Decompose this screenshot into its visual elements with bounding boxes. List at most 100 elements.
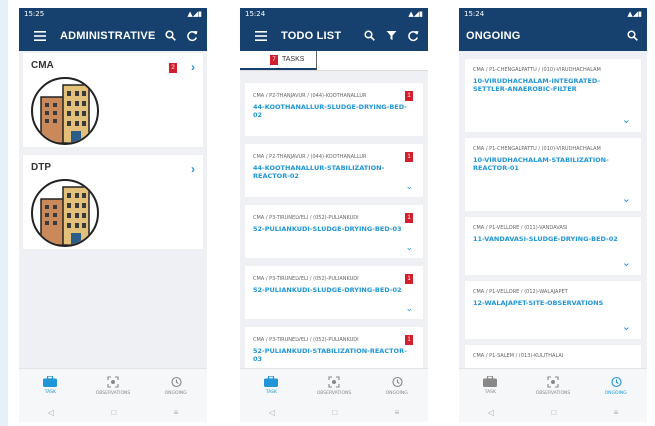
nav-ongoing[interactable]: ONGOING — [144, 369, 207, 402]
ongoing-card[interactable]: CMA / P1-VELLORE / (012)-WALAJAPET 12-WA… — [465, 281, 641, 339]
signal-battery-icon: ▲◢▮ — [627, 10, 642, 18]
nav-label: OBSERVATIONS — [535, 390, 571, 396]
ongoing-card[interactable]: CMA / P1-VELLORE / (011)-VANDAVASI 11-VA… — [465, 217, 641, 275]
back-icon[interactable]: ◁ — [488, 408, 494, 417]
item-name: 12-WALAJAPET-SITE-OBSERVATIONS — [473, 299, 604, 307]
task-card[interactable]: CMA / P3-TIRUNELVELI / (052)-PULIANKUDI … — [245, 327, 423, 368]
building-icon — [31, 77, 99, 145]
briefcase-icon — [264, 376, 279, 387]
task-card[interactable]: CMA / P3-TIRUNELVELI / (052)-PULIANKUDI … — [245, 205, 423, 258]
nav-task[interactable]: TASK — [459, 369, 522, 402]
category-list: CMA 2 › DTP › — [19, 51, 207, 368]
app-bar: ONGOING — [459, 20, 647, 51]
history-icon — [611, 376, 622, 387]
task-card[interactable]: CMA / P3-TIRUNELVELI / (052)-PULIANKUDI … — [245, 266, 423, 319]
ongoing-card[interactable]: CMA / P1-SALEM / (013)-KULITHALAI — [465, 345, 641, 368]
tab-bar: 7 TASKS — [240, 51, 428, 71]
status-time: 15:25 — [24, 10, 45, 18]
chevron-right-icon[interactable]: › — [191, 162, 195, 176]
page-title: ADMINISTRATIVE... — [60, 29, 156, 42]
category-card-cma[interactable]: CMA 2 › — [23, 53, 203, 147]
task-name: 44-KOOTHANALLUR-STABILIZATION-REACTOR-02 — [253, 164, 385, 180]
task-name: 52-PULIANKUDI-SLUDGE-DRYING-BED-03 — [253, 225, 402, 233]
back-icon[interactable]: ◁ — [48, 408, 54, 417]
recents-icon[interactable]: ≡ — [395, 408, 400, 417]
item-path: CMA / P1-VELLORE / (011)-VANDAVASI — [473, 225, 568, 231]
page-title: TODO LIST — [281, 29, 342, 42]
nav-ongoing[interactable]: ONGOING — [584, 369, 647, 402]
tab-label: TASKS — [282, 56, 305, 63]
item-path: CMA / P1-CHENGALPATTU / (010)-VIRUDHACHA… — [473, 146, 601, 152]
menu-icon[interactable] — [253, 28, 269, 44]
back-icon[interactable]: ◁ — [269, 408, 275, 417]
home-icon[interactable]: □ — [551, 408, 556, 417]
chevron-down-icon[interactable]: ⌄ — [622, 192, 631, 205]
task-path: CMA / P3-TIRUNELVELI / (052)-PULIANKUDI — [253, 337, 359, 343]
home-icon[interactable]: □ — [111, 408, 116, 417]
task-badge: 1 — [405, 91, 413, 101]
nav-label: OBSERVATIONS — [95, 390, 131, 396]
home-icon[interactable]: □ — [332, 408, 337, 417]
chevron-down-icon[interactable]: ⌄ — [405, 242, 413, 253]
tab-count-badge: 7 — [270, 54, 278, 65]
task-path: CMA / P2-THANJAVUR / (044)-KOOTHANALLUR — [253, 154, 367, 160]
recents-icon[interactable]: ≡ — [614, 408, 619, 417]
nav-label: ONGOING — [604, 390, 627, 396]
status-time: 15:24 — [245, 10, 266, 18]
nav-task[interactable]: TASK — [240, 369, 303, 402]
nav-task[interactable]: TASK — [19, 369, 82, 402]
chevron-right-icon[interactable]: › — [191, 60, 195, 74]
task-card[interactable]: CMA / P2-THANJAVUR / (044)-KOOTHANALLUR … — [245, 144, 423, 197]
system-navigation: ◁ □ ≡ — [240, 402, 428, 422]
item-name: 10-VIRUDHACHALAM-INTEGRATED-SETTLER-ANAE… — [473, 77, 601, 93]
nav-label: TASK — [44, 390, 56, 395]
chevron-down-icon[interactable]: ⌄ — [622, 320, 631, 333]
chevron-down-icon[interactable]: ⌄ — [622, 113, 631, 126]
nav-label: ONGOING — [164, 390, 187, 396]
signal-battery-icon: ▲◢▮ — [187, 10, 202, 18]
task-card[interactable]: CMA / P2-THANJAVUR / (044)-KOOTHANALLUR … — [245, 83, 423, 136]
task-badge: 1 — [405, 213, 413, 223]
category-card-dtp[interactable]: DTP › — [23, 155, 203, 249]
app-bar: TODO LIST — [240, 20, 428, 51]
chevron-down-icon[interactable]: ⌄ — [622, 256, 631, 269]
nav-label: OBSERVATIONS — [316, 390, 352, 396]
bottom-navigation: TASK OBSERVATIONS ONGOING — [19, 368, 207, 402]
menu-icon[interactable] — [32, 28, 48, 44]
bottom-navigation: TASK OBSERVATIONS ONGOING — [459, 368, 647, 402]
filter-icon[interactable] — [383, 28, 399, 44]
recents-icon[interactable]: ≡ — [174, 408, 179, 417]
observation-icon — [547, 375, 559, 388]
status-bar: 15:24 ▲◢▮ — [459, 8, 647, 20]
refresh-icon[interactable] — [405, 28, 421, 44]
item-name: 11-VANDAVASI-SLUDGE-DRYING-BED-02 — [473, 235, 618, 243]
system-navigation: ◁ □ ≡ — [459, 402, 647, 422]
chevron-down-icon[interactable]: ⌄ — [405, 181, 413, 192]
observation-icon — [328, 375, 340, 388]
nav-label: TASK — [265, 390, 277, 395]
status-bar: 15:25 ▲◢▮ — [19, 8, 207, 20]
task-name: 52-PULIANKUDI-STABILIZATION-REACTOR-03 — [253, 347, 407, 363]
task-path: CMA / P3-TIRUNELVELI / (052)-PULIANKUDI — [253, 215, 359, 221]
ongoing-card[interactable]: CMA / P1-CHENGALPATTU / (010)-VIRUDHACHA… — [465, 138, 641, 211]
signal-battery-icon: ▲◢▮ — [408, 10, 423, 18]
count-badge: 2 — [169, 63, 177, 73]
search-icon[interactable] — [624, 28, 640, 44]
nav-observations[interactable]: OBSERVATIONS — [303, 369, 366, 402]
search-icon[interactable] — [162, 28, 178, 44]
background-strip — [0, 0, 8, 426]
chevron-down-icon[interactable]: ⌄ — [405, 303, 413, 314]
system-navigation: ◁ □ ≡ — [19, 402, 207, 422]
refresh-icon[interactable] — [184, 28, 200, 44]
nav-observations[interactable]: OBSERVATIONS — [522, 369, 585, 402]
briefcase-icon — [483, 376, 498, 387]
nav-ongoing[interactable]: ONGOING — [365, 369, 428, 402]
tab-tasks[interactable]: 7 TASKS — [240, 51, 318, 70]
page-title: ONGOING — [466, 29, 521, 42]
history-icon — [171, 376, 182, 387]
ongoing-card[interactable]: CMA / P1-CHENGALPATTU / (010)-VIRUDHACHA… — [465, 59, 641, 132]
search-icon[interactable] — [361, 28, 377, 44]
nav-observations[interactable]: OBSERVATIONS — [82, 369, 145, 402]
building-icon — [31, 179, 99, 247]
task-path: CMA / P3-TIRUNELVELI / (052)-PULIANKUDI — [253, 276, 359, 282]
